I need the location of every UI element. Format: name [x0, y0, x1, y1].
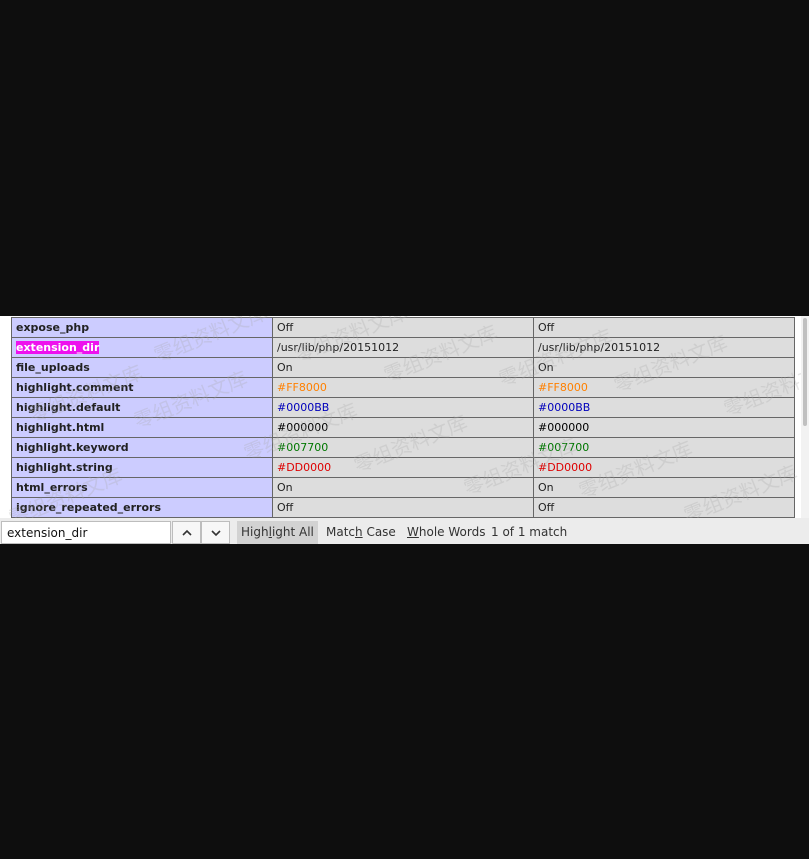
- master-value-cell: /usr/lib/php/20151012: [533, 337, 795, 358]
- find-input[interactable]: [1, 521, 171, 544]
- directive-name: highlight.html: [16, 421, 105, 434]
- directive-name-cell: html_errors: [11, 477, 273, 498]
- directive-name-cell: file_uploads: [11, 357, 273, 378]
- master-value-cell: #000000: [533, 417, 795, 438]
- master-value-cell: #FF8000: [533, 377, 795, 398]
- master-value: #0000BB: [538, 401, 591, 414]
- local-value: #DD0000: [277, 461, 332, 474]
- local-value-cell: #DD0000: [272, 457, 534, 478]
- whole-words-toggle[interactable]: Whole Words: [403, 521, 489, 544]
- chevron-down-icon: [211, 530, 221, 537]
- directive-name: highlight.string: [16, 461, 113, 474]
- chevron-up-icon: [182, 529, 192, 536]
- master-value: Off: [538, 321, 555, 334]
- local-value: On: [277, 361, 293, 374]
- page-scrollbar[interactable]: [801, 316, 809, 518]
- directive-name: file_uploads: [16, 361, 90, 374]
- local-value: #000000: [277, 421, 329, 434]
- master-value-cell: Off: [533, 317, 795, 338]
- local-value: /usr/lib/php/20151012: [277, 341, 400, 354]
- config-row: html_errors On On: [11, 477, 795, 498]
- phpinfo-page: expose_php Off Off extension_dir/usr/lib/ph…: [0, 316, 809, 518]
- directive-name-cell: highlight.keyword: [11, 437, 273, 458]
- directive-name: highlight.comment: [16, 381, 134, 394]
- config-row: highlight.html #000000 #000000: [11, 417, 795, 438]
- directive-name-cell: expose_php: [11, 317, 273, 338]
- whole-words-label: Whole Words: [407, 525, 486, 539]
- highlight-all-toggle[interactable]: Highlight All: [237, 521, 318, 544]
- match-case-toggle[interactable]: Match Case: [322, 521, 400, 544]
- find-previous-button[interactable]: [172, 521, 201, 544]
- directive-name: html_errors: [16, 481, 88, 494]
- master-value: On: [538, 361, 554, 374]
- master-value-cell: #007700: [533, 437, 795, 458]
- config-row: highlight.string #DD0000 #DD0000: [11, 457, 795, 478]
- local-value: Off: [277, 501, 294, 514]
- scrollbar-thumb[interactable]: [803, 318, 807, 426]
- master-value: /usr/lib/php/20151012: [538, 341, 661, 354]
- find-bar: Highlight All Match Case Whole Words 1 o…: [0, 518, 809, 544]
- directive-name-cell: extension_dir: [11, 337, 273, 358]
- master-value: #DD0000: [538, 461, 593, 474]
- config-row: highlight.default #0000BB #0000BB: [11, 397, 795, 418]
- config-row: expose_php Off Off: [11, 317, 795, 338]
- directive-name: extension_dir: [16, 341, 100, 354]
- match-status: 1 of 1 match: [487, 521, 571, 544]
- local-value-cell: #FF8000: [272, 377, 534, 398]
- master-value: On: [538, 481, 554, 494]
- directive-name: expose_php: [16, 321, 90, 334]
- local-value-cell: On: [272, 477, 534, 498]
- local-value-cell: #007700: [272, 437, 534, 458]
- local-value: #0000BB: [277, 401, 330, 414]
- master-value-cell: On: [533, 477, 795, 498]
- find-next-button[interactable]: [201, 521, 230, 544]
- master-value-cell: #0000BB: [533, 397, 795, 418]
- directive-name: highlight.keyword: [16, 441, 129, 454]
- local-value: #007700: [277, 441, 329, 454]
- master-value-cell: Off: [533, 497, 795, 518]
- directive-name-cell: highlight.comment: [11, 377, 273, 398]
- local-value-cell: #0000BB: [272, 397, 534, 418]
- master-value: #000000: [538, 421, 590, 434]
- directive-name: highlight.default: [16, 401, 121, 414]
- master-value: #007700: [538, 441, 590, 454]
- config-row: file_uploads On On: [11, 357, 795, 378]
- config-row: highlight.comment #FF8000 #FF8000: [11, 377, 795, 398]
- local-value: On: [277, 481, 293, 494]
- local-value: Off: [277, 321, 294, 334]
- match-case-label: Match Case: [326, 525, 396, 539]
- local-value-cell: On: [272, 357, 534, 378]
- directive-name: ignore_repeated_errors: [16, 501, 161, 514]
- directive-name-cell: highlight.string: [11, 457, 273, 478]
- config-row: extension_dir/usr/lib/php/20151012/usr/l…: [11, 337, 795, 358]
- master-value-cell: On: [533, 357, 795, 378]
- master-value: Off: [538, 501, 555, 514]
- directive-name-cell: highlight.html: [11, 417, 273, 438]
- master-value: #FF8000: [538, 381, 588, 394]
- local-value: #FF8000: [277, 381, 327, 394]
- master-value-cell: #DD0000: [533, 457, 795, 478]
- config-row: highlight.keyword #007700 #007700: [11, 437, 795, 458]
- local-value-cell: #000000: [272, 417, 534, 438]
- local-value-cell: Off: [272, 317, 534, 338]
- match-status-text: 1 of 1 match: [491, 525, 568, 539]
- config-table: expose_php Off Off extension_dir/usr/lib/ph…: [11, 317, 795, 518]
- config-row: ignore_repeated_errors Off Off: [11, 497, 795, 518]
- local-value-cell: Off: [272, 497, 534, 518]
- directive-name-cell: ignore_repeated_errors: [11, 497, 273, 518]
- local-value-cell: /usr/lib/php/20151012: [272, 337, 534, 358]
- browser-viewport: expose_php Off Off extension_dir/usr/lib/ph…: [0, 316, 809, 544]
- directive-name-cell: highlight.default: [11, 397, 273, 418]
- highlight-all-label: Highlight All: [241, 525, 314, 539]
